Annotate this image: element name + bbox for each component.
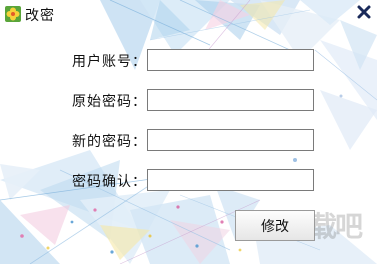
submit-button[interactable]: 修改 — [235, 210, 315, 241]
title-bar: 改密 — [0, 0, 377, 28]
new-password-input[interactable] — [147, 129, 314, 151]
old-password-label: 原始密码： — [72, 94, 147, 110]
window-title: 改密 — [25, 8, 55, 24]
old-password-input[interactable] — [147, 89, 314, 111]
confirm-password-input[interactable] — [147, 169, 314, 191]
flower-icon — [5, 6, 21, 22]
username-input[interactable] — [147, 49, 314, 71]
confirm-password-label: 密码确认： — [72, 174, 147, 190]
close-icon[interactable] — [356, 4, 372, 20]
username-label: 用户账号： — [72, 54, 147, 70]
new-password-label: 新的密码： — [72, 134, 147, 150]
change-password-dialog: 改密 用户账号： 原始密码： 新的密码： 密码确认： 下载吧 修改 — [0, 0, 377, 264]
